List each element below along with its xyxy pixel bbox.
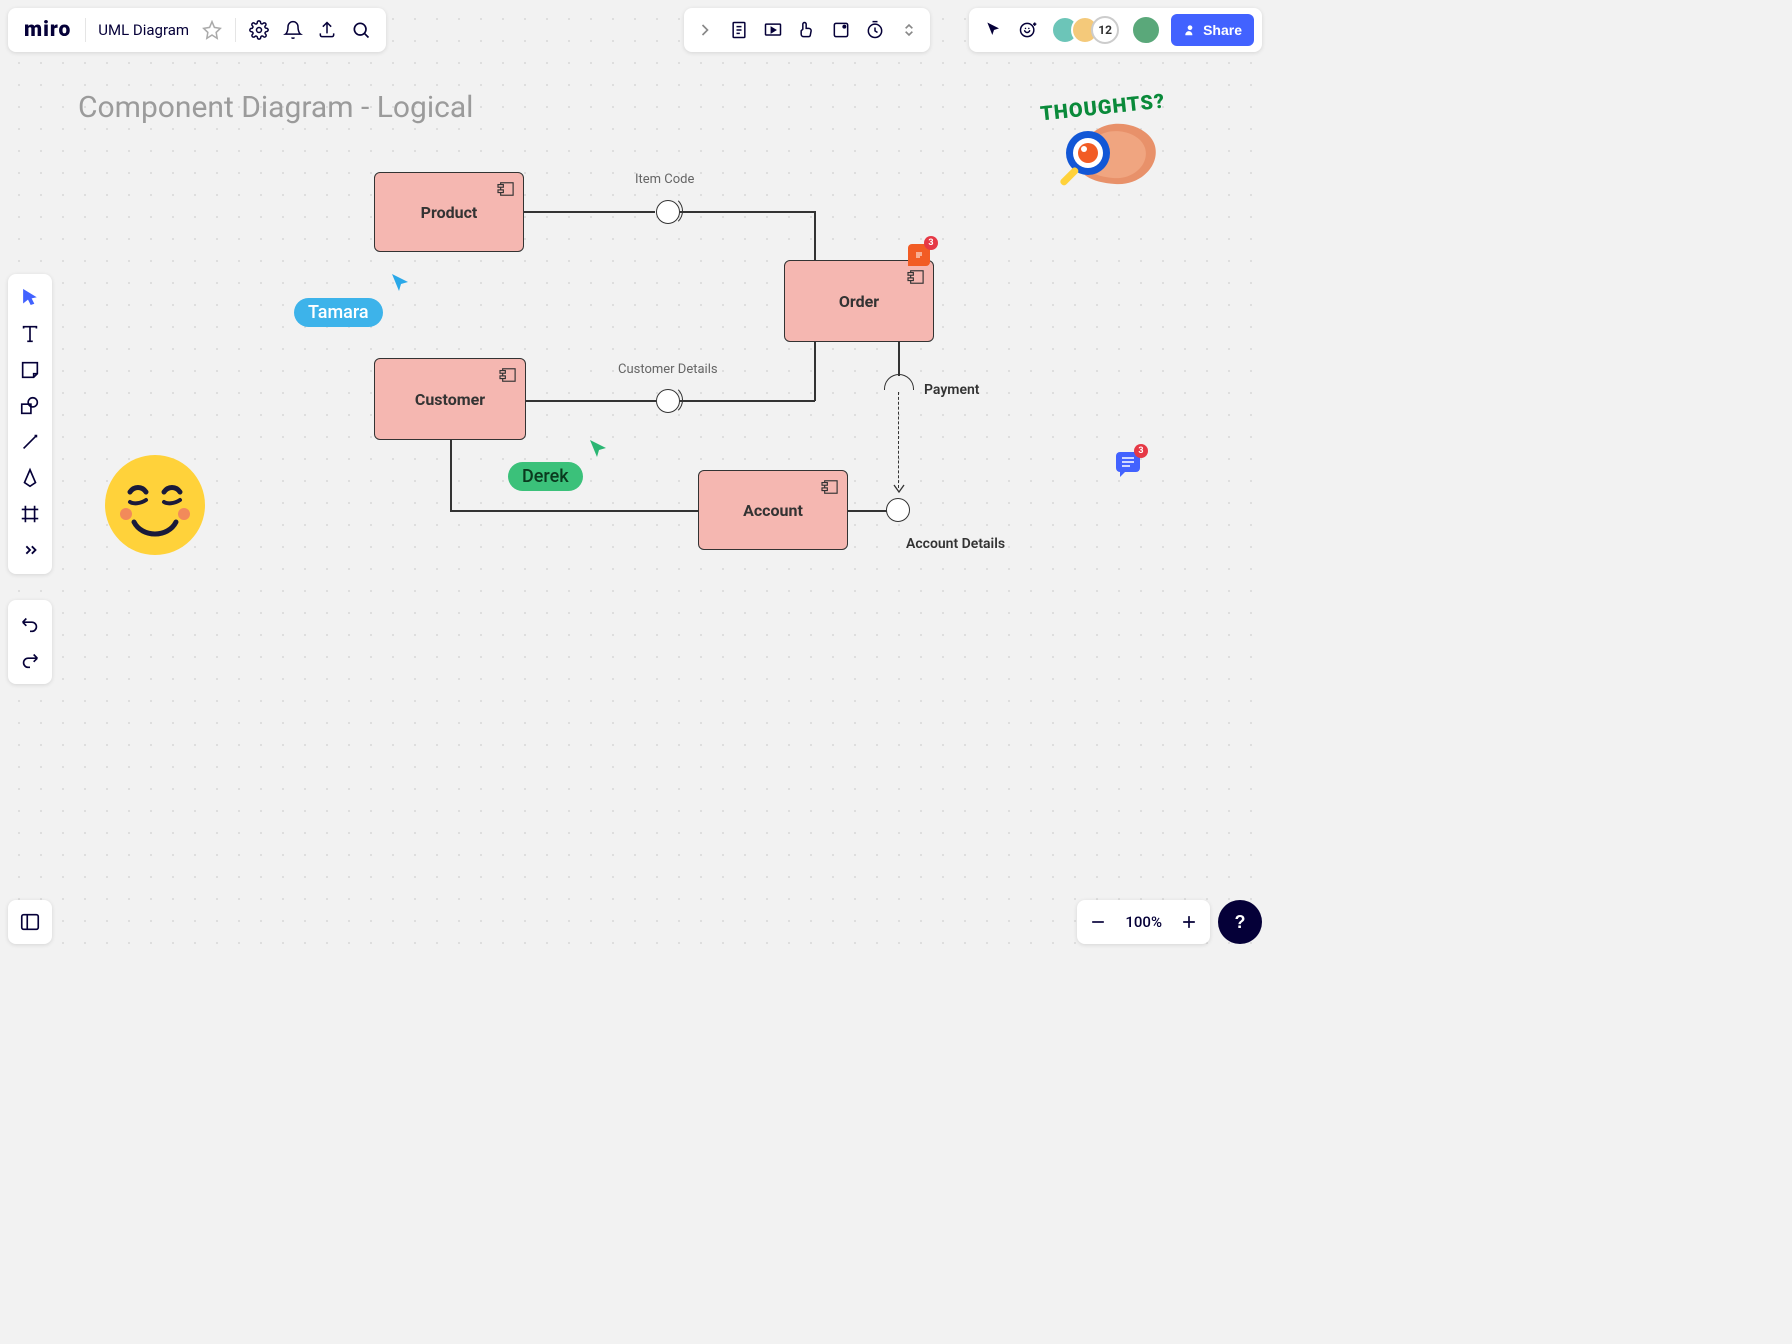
provided-interface-icon[interactable] — [656, 389, 680, 413]
component-customer[interactable]: Customer — [374, 358, 526, 440]
component-icon — [821, 479, 839, 495]
remote-cursor-tamara: Tamara — [294, 298, 383, 327]
connector[interactable] — [524, 211, 655, 213]
connector[interactable] — [680, 400, 815, 402]
interface-label[interactable]: Item Code — [635, 172, 694, 187]
connector[interactable] — [450, 440, 452, 510]
component-order[interactable]: Order — [784, 260, 934, 342]
remote-cursor-icon — [390, 272, 412, 294]
comment-count-badge: 3 — [1134, 444, 1148, 458]
component-icon — [497, 181, 515, 197]
component-product[interactable]: Product — [374, 172, 524, 252]
interface-label[interactable]: Customer Details — [618, 362, 718, 377]
connector[interactable] — [814, 211, 816, 261]
remote-cursor-derek: Derek — [508, 462, 583, 491]
connector[interactable] — [450, 510, 698, 512]
required-interface-icon[interactable] — [884, 374, 914, 390]
component-label: Account — [743, 501, 803, 520]
connector[interactable] — [898, 342, 900, 376]
connector[interactable] — [526, 400, 656, 402]
interface-label[interactable]: Account Details — [906, 536, 1005, 552]
component-label: Customer — [415, 390, 485, 409]
component-icon — [907, 269, 925, 285]
arrow-icon — [893, 484, 905, 494]
provided-interface-icon[interactable] — [886, 498, 910, 522]
component-icon — [499, 367, 517, 383]
canvas[interactable]: Component Diagram - Logical Product Cust… — [0, 0, 1270, 952]
comment-pin[interactable]: 3 — [1116, 452, 1140, 472]
emoji-sticker[interactable] — [100, 450, 210, 560]
comment-pin[interactable]: 3 — [908, 244, 930, 266]
thoughts-sticker[interactable]: THOUGHTS? — [1040, 95, 1190, 205]
comment-count-badge: 3 — [924, 236, 938, 250]
component-account[interactable]: Account — [698, 470, 848, 550]
connector[interactable] — [848, 510, 888, 512]
connector[interactable] — [680, 211, 815, 213]
interface-label[interactable]: Payment — [924, 382, 980, 398]
component-label: Product — [421, 203, 478, 222]
component-label: Order — [839, 292, 879, 311]
frame-title[interactable]: Component Diagram - Logical — [78, 90, 473, 125]
remote-cursor-icon — [588, 438, 610, 460]
connector[interactable] — [814, 342, 816, 401]
dependency-connector[interactable] — [898, 392, 899, 488]
provided-interface-icon[interactable] — [656, 200, 680, 224]
